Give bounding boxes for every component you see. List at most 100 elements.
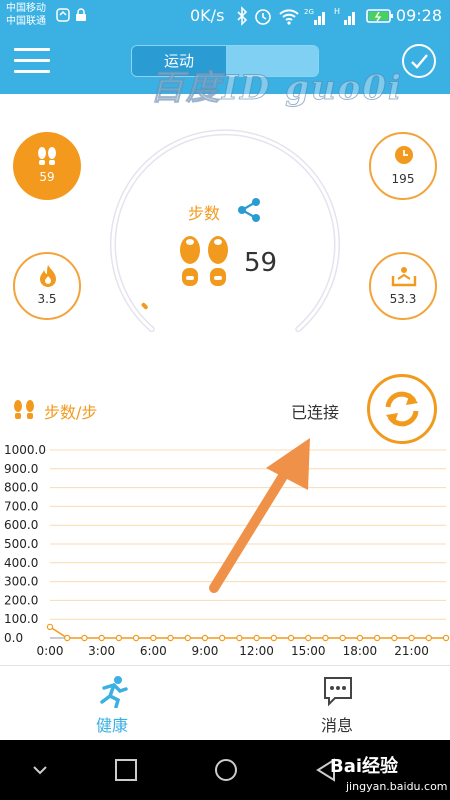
svg-text:H: H [334,7,340,16]
footprints-icon [38,147,56,165]
distance-icon [391,267,417,287]
y-tick-label: 400.0 [4,556,38,570]
data-point [201,634,209,642]
y-tick-label: 500.0 [4,537,38,551]
data-point [270,634,278,642]
footprints-icon [14,400,34,419]
time-value: 195 [391,172,415,186]
data-point [425,634,432,642]
y-tick-label: 700.0 [4,499,38,513]
app-notification-icon [56,8,70,22]
distance-widget[interactable]: 53.3 [369,252,437,320]
bluetooth-icon [237,6,248,26]
app-header: 运动 百度ID guo0i [0,32,450,109]
y-tick-label: 0.0 [4,631,23,645]
data-point [236,634,243,642]
y-tick-label: 1000.0 [4,443,46,457]
menu-icon-line [14,48,50,51]
data-point [132,634,140,642]
chart-legend-label: 步数/步 [44,403,98,422]
x-tick-label: 9:00 [191,644,218,658]
brand-watermark-url: jingyan.baidu.com [346,780,448,793]
steps-gauge [110,129,340,333]
distance-value: 53.3 [389,292,417,306]
menu-icon-line [14,70,50,73]
clock: 09:28 [395,6,442,25]
nav-messages[interactable]: 消息 [277,666,397,741]
check-button[interactable] [402,44,436,78]
wifi-icon [279,9,299,25]
lock-icon [76,8,86,21]
nav-health[interactable]: 健康 [52,666,172,741]
battery-icon [366,9,393,23]
data-point [322,634,329,642]
refresh-icon [385,391,419,427]
x-tick-label: 21:00 [394,644,429,658]
x-tick-label: 0:00 [37,644,64,658]
refresh-button[interactable] [367,374,437,444]
gauge-value: 59 [244,248,278,278]
network-speed: 0K/s [190,6,225,25]
data-point [305,634,312,642]
running-person-icon [100,676,128,708]
data-point [150,634,157,642]
signal-h-icon: H [334,7,355,25]
y-tick-label: 900.0 [4,462,38,476]
clock-icon [395,146,413,164]
data-point [373,634,381,642]
data-point [64,634,71,642]
flame-icon [40,265,56,287]
time-widget[interactable]: 195 [369,132,437,200]
check-icon [411,54,428,69]
y-tick-label: 600.0 [4,518,38,532]
x-tick-label: 3:00 [88,644,115,658]
x-tick-label: 12:00 [239,644,274,658]
series-line [49,626,446,639]
data-point [339,634,346,642]
x-tick-label: 18:00 [343,644,378,658]
nav-health-label: 健康 [95,716,128,735]
data-point [356,634,364,642]
menu-button[interactable] [14,44,50,76]
data-point [184,634,191,642]
svg-text:2G: 2G [304,8,314,16]
signal-2g-icon: 2G [304,8,325,25]
status-bar: 中国移动 中国联通 0K/s 2G H 09:28 [0,0,450,32]
data-point [81,634,88,642]
share-icon[interactable] [236,197,262,223]
y-tick-label: 800.0 [4,481,38,495]
chevron-down-icon[interactable] [26,756,54,784]
bottom-navigation: 健康 消息 [0,665,450,740]
steps-value: 59 [39,170,55,184]
recent-apps-icon[interactable] [112,756,140,784]
y-tick-label: 100.0 [4,612,38,626]
data-point [46,623,54,631]
data-point [442,634,450,642]
annotation-arrow [209,438,310,593]
data-point [167,634,174,642]
menu-icon-line [14,59,50,62]
gauge-label: 步数 [188,204,221,223]
data-point [391,634,398,642]
data-point [218,634,226,642]
steps-widget[interactable]: 59 [13,132,81,200]
home-icon[interactable] [212,756,240,784]
footprints-icon [180,236,228,286]
calorie-widget[interactable]: 3.5 [13,252,81,320]
x-tick-label: 15:00 [291,644,326,658]
calorie-value: 3.5 [37,292,57,306]
data-point [287,634,295,642]
y-tick-label: 300.0 [4,575,38,589]
watermark: 百度ID guo0i [150,68,403,109]
alarm-icon [255,9,271,25]
chat-bubble-icon [324,677,352,707]
connection-status: 已连接 [291,403,340,422]
data-point [98,634,105,642]
brand-watermark: Bai经验 [330,756,399,777]
x-tick-label: 6:00 [140,644,167,658]
data-point [115,634,123,642]
gauge-progress-arc [141,302,148,310]
data-point [408,634,415,642]
nav-messages-label: 消息 [320,716,353,735]
data-point [253,634,260,642]
